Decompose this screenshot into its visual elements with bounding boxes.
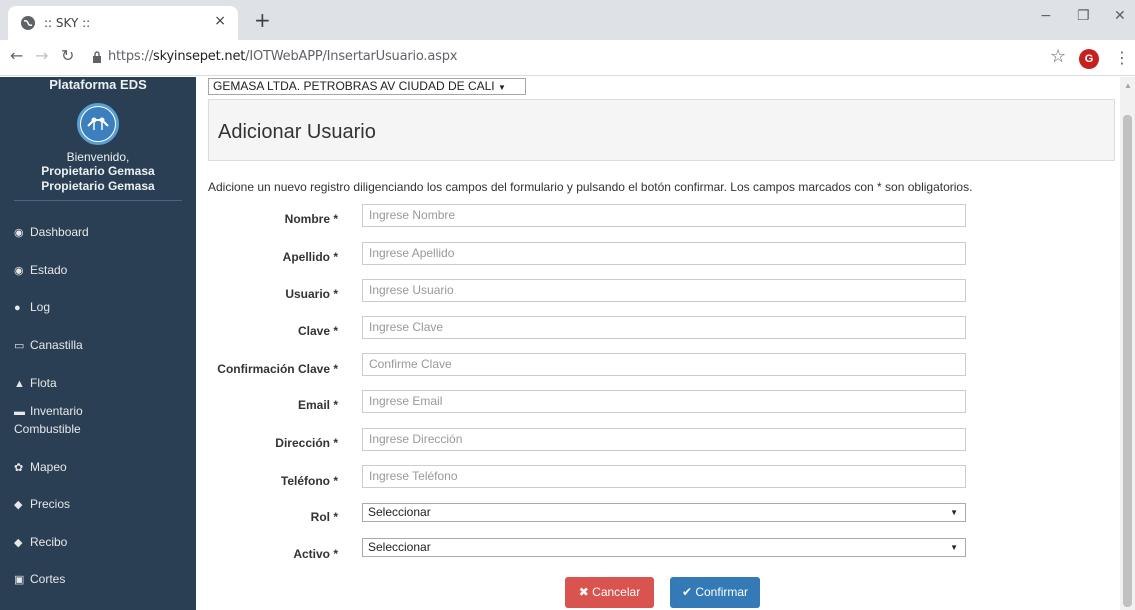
battery-icon: ▬ <box>14 406 25 418</box>
usuario-input[interactable]: Ingrese Usuario <box>362 279 966 302</box>
cogs-icon: ✿ <box>14 462 24 474</box>
profile-avatar[interactable]: G <box>1079 49 1099 69</box>
direccion-input[interactable]: Ingrese Dirección <box>362 428 966 451</box>
sidebar-item-label: Recibo <box>30 535 68 549</box>
sidebar-item-label: Flota <box>30 376 57 390</box>
label-apellido: Apellido * <box>282 250 338 264</box>
label-nombre: Nombre * <box>284 212 338 226</box>
menu-kebab-icon[interactable]: ⋮ <box>1114 48 1130 67</box>
clave-input[interactable]: Ingrese Clave <box>362 316 966 339</box>
new-tab-button[interactable]: + <box>254 8 271 32</box>
chevron-down-icon: ▼ <box>497 83 506 92</box>
tab-close-icon[interactable]: × <box>214 13 226 29</box>
sidebar: Plataforma EDS Bienvenido, Propietario G… <box>0 77 196 610</box>
globe-icon <box>21 16 35 30</box>
window-close-button[interactable]: ✕ <box>1114 8 1126 24</box>
activo-select-value: Seleccionar <box>368 540 431 554</box>
sidebar-item-label: Canastilla <box>30 338 83 352</box>
label-clave: Clave * <box>297 324 338 338</box>
rol-select-value: Seleccionar <box>368 505 431 519</box>
sidebar-item-precios[interactable]: ◆ Precios <box>14 496 184 514</box>
url-field[interactable]: https://skyinsepet.net/IOTWebAPP/Inserta… <box>108 49 457 64</box>
tag-icon: ◆ <box>14 537 23 549</box>
activo-select[interactable]: Seleccionar ▼ <box>362 538 966 557</box>
browser-tab-bar: :: SKY :: × + − ❐ ✕ <box>0 0 1135 40</box>
sidebar-item-label: Dashboard <box>30 225 89 239</box>
bookmark-star-icon[interactable]: ☆ <box>1050 46 1066 67</box>
confirmacion-clave-input[interactable]: Confirme Clave <box>362 353 966 376</box>
label-usuario: Usuario * <box>285 287 338 301</box>
sidebar-item-flota[interactable]: ▲ Flota <box>14 375 184 393</box>
nombre-input[interactable]: Ingrese Nombre <box>362 204 966 227</box>
telefono-input[interactable]: Ingrese Teléfono <box>362 465 966 488</box>
rol-select[interactable]: Seleccionar ▼ <box>362 503 966 522</box>
eye-icon: ◉ <box>14 265 24 277</box>
label-confirmacion-clave: Confirmación Clave * <box>217 362 338 376</box>
sidebar-item-label: Cortes <box>30 572 66 586</box>
user-name: Propietario Gemasa <box>41 164 155 178</box>
sidebar-item-label: Precios <box>30 497 71 511</box>
sidebar-item-label: Log <box>30 300 51 314</box>
forward-icon[interactable]: → <box>35 46 48 65</box>
tab-title: :: SKY :: <box>44 16 91 30</box>
browser-tab[interactable]: :: SKY :: × <box>8 6 238 40</box>
sidebar-item-estado[interactable]: ◉ Estado <box>14 262 184 280</box>
address-bar: ← → ↻ https://skyinsepet.net/IOTWebAPP/I… <box>0 40 1135 76</box>
url-prefix: https:// <box>108 49 153 64</box>
users-icon: ▲ <box>14 378 25 390</box>
user-role: Propietario Gemasa <box>41 179 155 193</box>
sidebar-item-recibo[interactable]: ◆ Recibo <box>14 534 184 552</box>
scroll-up-icon[interactable]: ▲ <box>1124 81 1132 90</box>
platform-logo <box>77 103 119 145</box>
sidebar-item-mapeo[interactable]: ✿ Mapeo <box>14 459 184 477</box>
calendar-icon: ▣ <box>14 574 25 586</box>
basket-icon: ▭ <box>14 340 25 352</box>
minimize-button[interactable]: − <box>1040 8 1052 24</box>
lock-icon <box>93 51 101 63</box>
apellido-input[interactable]: Ingrese Apellido <box>362 242 966 265</box>
sidebar-item-canastilla[interactable]: ▭ Canastilla <box>14 337 184 355</box>
restore-button[interactable]: ❐ <box>1077 8 1090 24</box>
confirm-button[interactable]: ✔ Confirmar <box>670 577 760 608</box>
tags-icon: ◆ <box>14 499 23 511</box>
email-input[interactable]: Ingrese Email <box>362 390 966 413</box>
form-instructions: Adicione un nuevo registro diligenciando… <box>208 180 973 194</box>
url-host: skyinsepet.net <box>153 49 246 64</box>
label-direccion: Dirección * <box>275 436 338 450</box>
page-title: Adicionar Usuario <box>218 121 376 143</box>
station-select-value: GEMASA LTDA. PETROBRAS AV CIUDAD DE CALI <box>213 79 495 93</box>
chevron-down-icon: ▼ <box>950 508 958 517</box>
dashboard-icon: ◉ <box>14 227 24 239</box>
label-email: Email * <box>297 398 338 412</box>
label-rol: Rol * <box>310 510 338 524</box>
sidebar-item-log[interactable]: ● Log <box>14 299 184 317</box>
label-activo: Activo * <box>293 547 338 561</box>
sidebar-item-label: Mapeo <box>30 460 67 474</box>
page-header: Adicionar Usuario <box>208 99 1115 161</box>
sidebar-item-label: Estado <box>30 263 68 277</box>
sidebar-item-inventario[interactable]: ▬ Inventario Combustible <box>14 403 124 438</box>
back-icon[interactable]: ← <box>10 46 23 65</box>
chevron-down-icon: ▼ <box>950 543 958 552</box>
page-scrollbar[interactable]: ▲ <box>1120 77 1135 610</box>
url-path: /IOTWebAPP/InsertarUsuario.aspx <box>245 49 458 64</box>
logo-icon <box>81 107 115 141</box>
scroll-thumb[interactable] <box>1123 115 1132 607</box>
comment-icon: ● <box>14 302 21 314</box>
sidebar-item-cortes[interactable]: ▣ Cortes <box>14 571 184 589</box>
label-telefono: Teléfono * <box>280 474 338 488</box>
welcome-text: Bienvenido, <box>66 150 130 164</box>
cancel-button[interactable]: ✖ Cancelar <box>565 577 654 608</box>
sidebar-title: Plataforma EDS <box>49 77 147 92</box>
sidebar-divider <box>14 200 182 201</box>
station-select[interactable]: GEMASA LTDA. PETROBRAS AV CIUDAD DE CALI… <box>208 78 526 95</box>
sidebar-item-dashboard[interactable]: ◉ Dashboard <box>14 224 184 242</box>
reload-icon[interactable]: ↻ <box>61 46 74 65</box>
